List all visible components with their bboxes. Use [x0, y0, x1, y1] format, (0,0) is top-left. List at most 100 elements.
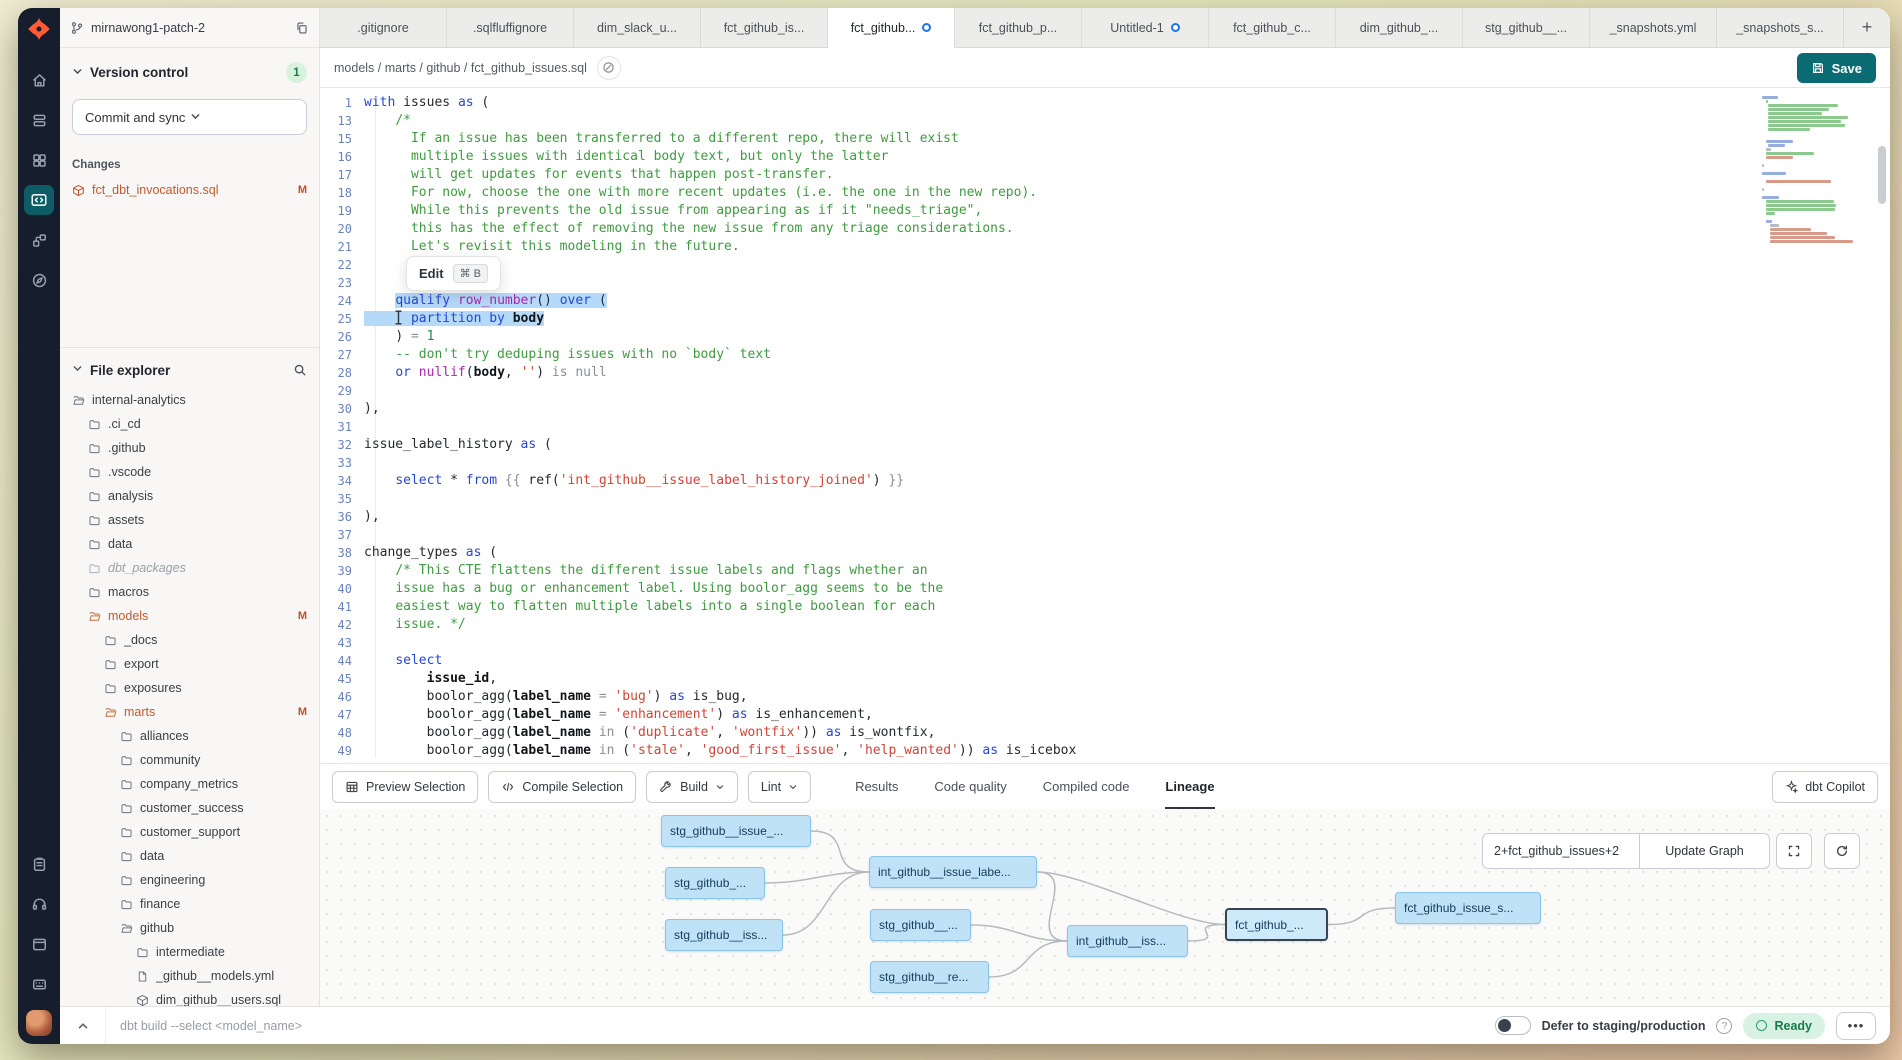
compile-selection-button[interactable]: Compile Selection — [488, 771, 636, 803]
file-tree-item[interactable]: dim_github__users.sql — [60, 988, 319, 1006]
preview-selection-button[interactable]: Preview Selection — [332, 771, 478, 803]
home-icon[interactable] — [24, 65, 54, 95]
code-editor-icon[interactable] — [24, 185, 54, 215]
file-tree-item[interactable]: dbt_packages — [60, 556, 319, 580]
environments-icon[interactable] — [24, 105, 54, 135]
code-editor[interactable]: 1with issues as (13 /*15 If an issue has… — [320, 88, 1890, 763]
editor-tab[interactable]: _snapshots_s... — [1717, 8, 1844, 47]
refresh-icon — [1835, 844, 1849, 858]
file-tree-item[interactable]: analysis — [60, 484, 319, 508]
lineage-node[interactable]: stg_github__iss... — [665, 919, 783, 951]
panel-tab-lineage[interactable]: Lineage — [1165, 764, 1214, 809]
file-tree-item[interactable]: assets — [60, 508, 319, 532]
editor-tab[interactable]: Untitled-1 — [1082, 8, 1209, 47]
copy-icon[interactable] — [295, 21, 309, 35]
editor-tab[interactable]: fct_github... — [828, 8, 955, 48]
editor-tab[interactable]: dim_github_... — [1336, 8, 1463, 47]
changed-file-row[interactable]: fct_dbt_invocations.sql M — [72, 183, 307, 197]
lint-button[interactable]: Lint — [748, 771, 811, 803]
file-tree-item[interactable]: data — [60, 844, 319, 868]
orchestration-icon[interactable] — [24, 225, 54, 255]
file-tree-item[interactable]: customer_success — [60, 796, 319, 820]
lineage-node[interactable]: int_github__iss... — [1067, 925, 1188, 957]
search-icon[interactable] — [293, 363, 307, 377]
fullscreen-button[interactable] — [1776, 833, 1812, 869]
notes-icon[interactable] — [24, 849, 54, 879]
lineage-node[interactable]: stg_github__re... — [870, 961, 989, 993]
save-button[interactable]: Save — [1797, 53, 1876, 83]
scrollbar-thumb[interactable] — [1878, 146, 1886, 204]
code-line: 49 boolor_agg(label_name in ('stale', 'g… — [320, 742, 1890, 760]
file-action-icon[interactable] — [597, 56, 621, 80]
file-tree-item[interactable]: .ci_cd — [60, 412, 319, 436]
file-tree-item[interactable]: _github__models.yml — [60, 964, 319, 988]
lineage-panel[interactable]: 2+fct_github_issues+2 Update Graph stg_g… — [320, 809, 1890, 1006]
file-tree-item[interactable]: .vscode — [60, 460, 319, 484]
expand-command-bar-button[interactable] — [60, 1007, 106, 1044]
file-tree-item[interactable]: github — [60, 916, 319, 940]
file-tree-item[interactable]: alliances — [60, 724, 319, 748]
lineage-node[interactable]: int_github__issue_labe... — [869, 856, 1037, 888]
panel-tab-compiled-code[interactable]: Compiled code — [1043, 764, 1130, 809]
editor-tab[interactable]: fct_github_p... — [955, 8, 1082, 47]
lineage-node[interactable]: stg_github_... — [665, 867, 765, 899]
editor-scrollbar[interactable] — [1876, 88, 1888, 763]
edit-tooltip[interactable]: Edit ⌘ B — [406, 256, 501, 291]
file-tree-item[interactable]: modelsM — [60, 604, 319, 628]
minimap[interactable] — [1762, 96, 1854, 244]
lineage-node[interactable]: stg_github__... — [870, 909, 971, 941]
lineage-selector-input[interactable]: 2+fct_github_issues+2 — [1482, 833, 1640, 869]
file-tree-item[interactable]: customer_support — [60, 820, 319, 844]
docs-window-icon[interactable] — [24, 929, 54, 959]
defer-toggle[interactable] — [1495, 1016, 1531, 1035]
editor-tab[interactable]: _snapshots.yml — [1590, 8, 1717, 47]
chevron-down-icon[interactable] — [72, 64, 83, 82]
file-tree-item[interactable]: _docs — [60, 628, 319, 652]
file-tree-item[interactable]: export — [60, 652, 319, 676]
command-input[interactable]: dbt build --select <model_name> — [106, 1019, 1495, 1033]
refresh-button[interactable] — [1824, 833, 1860, 869]
file-tree-item[interactable]: company_metrics — [60, 772, 319, 796]
code-line: 34 select * from {{ ref('int_github__iss… — [320, 472, 1890, 490]
dashboard-icon[interactable] — [24, 145, 54, 175]
chevron-down-icon — [190, 110, 295, 125]
commit-and-sync-dropdown[interactable]: Commit and sync — [72, 99, 307, 135]
editor-tab[interactable]: fct_github_is... — [701, 8, 828, 47]
file-tree-item[interactable]: community — [60, 748, 319, 772]
file-tree-item[interactable]: macros — [60, 580, 319, 604]
lineage-node[interactable]: fct_github_... — [1225, 908, 1328, 941]
more-options-button[interactable]: ••• — [1836, 1012, 1876, 1040]
build-button[interactable]: Build — [646, 771, 738, 803]
panel-tab-code-quality[interactable]: Code quality — [934, 764, 1006, 809]
user-avatar[interactable] — [26, 1010, 52, 1036]
shortcuts-icon[interactable] — [24, 969, 54, 999]
file-tree-item[interactable]: data — [60, 532, 319, 556]
update-graph-button[interactable]: Update Graph — [1639, 833, 1770, 869]
file-tree-item[interactable]: intermediate — [60, 940, 319, 964]
explore-compass-icon[interactable] — [24, 265, 54, 295]
git-branch-row[interactable]: mirnawong1-patch-2 — [60, 8, 319, 48]
dbt-copilot-button[interactable]: dbt Copilot — [1772, 771, 1878, 803]
file-tree-item[interactable]: exposures — [60, 676, 319, 700]
editor-tab[interactable]: .sqlfluffignore — [447, 8, 574, 47]
editor-tab[interactable]: dim_slack_u... — [574, 8, 701, 47]
code-line: 24 qualify row_number() over ( — [320, 292, 1890, 310]
chevron-down-icon[interactable] — [72, 361, 83, 379]
editor-tab[interactable]: fct_github_c... — [1209, 8, 1336, 47]
file-tree-item[interactable]: engineering — [60, 868, 319, 892]
dbt-logo-icon[interactable] — [26, 16, 52, 42]
editor-tab[interactable]: stg_github__... — [1463, 8, 1590, 47]
git-branch-icon — [70, 21, 84, 35]
file-tree-item[interactable]: martsM — [60, 700, 319, 724]
lineage-node[interactable]: stg_github__issue_... — [661, 815, 811, 847]
file-tree-item[interactable]: internal-analytics — [60, 388, 319, 412]
help-icon[interactable]: ? — [1716, 1018, 1732, 1034]
new-tab-button[interactable]: + — [1844, 8, 1890, 47]
file-tree-item[interactable]: .github — [60, 436, 319, 460]
lineage-node[interactable]: fct_github_issue_s... — [1395, 892, 1541, 924]
editor-tab[interactable]: .gitignore — [320, 8, 447, 47]
file-tree-item[interactable]: finance — [60, 892, 319, 916]
support-headset-icon[interactable] — [24, 889, 54, 919]
code-line: 31 — [320, 418, 1890, 436]
panel-tab-results[interactable]: Results — [855, 764, 898, 809]
